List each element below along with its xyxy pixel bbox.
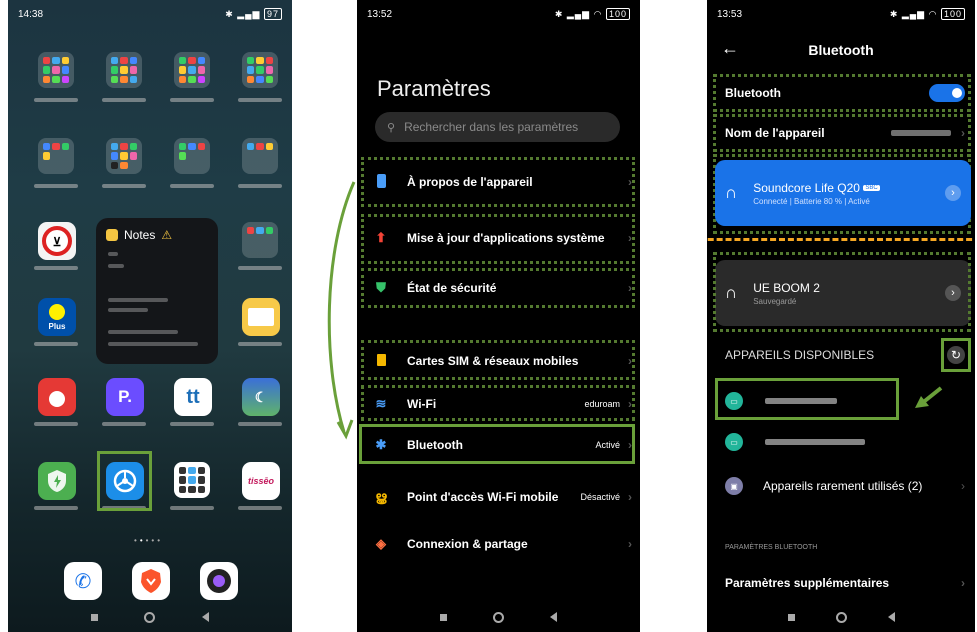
annotation-arrow-small	[915, 386, 943, 408]
apple-app-icon[interactable]	[38, 378, 76, 416]
status-bar: 14:38 ✱ ▂▄▆ 97	[18, 7, 282, 21]
devices-icon: ▣	[725, 477, 743, 495]
app-folder[interactable]	[242, 222, 278, 258]
back-button[interactable]	[887, 612, 895, 622]
annotation-dotted-about	[361, 157, 635, 207]
status-bar: 13:53 ✱ ▂▄▆ ◠ 100	[717, 7, 965, 21]
recents-button[interactable]	[440, 613, 447, 621]
more-settings-row[interactable]: Paramètres supplémentaires ›	[725, 574, 965, 592]
navigation-bar	[357, 602, 640, 632]
back-button[interactable]	[550, 612, 557, 622]
page-title: Bluetooth	[808, 42, 874, 58]
p-app-icon[interactable]: P.	[106, 378, 144, 416]
share-icon: ◈	[376, 536, 386, 551]
chevron-right-icon: ›	[961, 576, 965, 590]
annotation-dotted-toggle	[713, 74, 971, 112]
speed-limit-app-icon[interactable]: ⊻	[38, 222, 76, 260]
chevron-right-icon: ›	[628, 537, 632, 551]
app-folder[interactable]	[106, 52, 142, 88]
signal-battery-icons: ✱ ▂▄▆ ◠ 100	[890, 7, 965, 20]
annotation-dotted-wifi	[361, 385, 635, 421]
refresh-scan-button[interactable]: ↻	[941, 338, 971, 372]
available-devices-header: APPAREILS DISPONIBLES	[725, 348, 875, 362]
home-button[interactable]	[493, 611, 504, 623]
search-placeholder: Rechercher dans les paramètres	[404, 120, 579, 134]
tisseo-app-icon[interactable]: tissēo	[242, 462, 280, 500]
home-button[interactable]	[144, 611, 156, 623]
status-bar: 13:52 ✱ ▂▄▆ ◠ 100	[367, 7, 630, 21]
app-folder[interactable]	[242, 138, 278, 174]
svg-text:⊻: ⊻	[53, 235, 62, 249]
settings-item-hotspot[interactable]: ൠ Point d'accès Wi-Fi mobile Désactivé ›	[371, 481, 632, 513]
recents-button[interactable]	[787, 613, 795, 621]
annotation-orange-divider	[707, 238, 975, 241]
hotspot-icon: ൠ	[375, 489, 387, 504]
navigation-bar	[8, 602, 292, 632]
app-folder[interactable]	[174, 138, 210, 174]
connected-device-status: Connecté | Batterie 80 % | Activé	[753, 196, 870, 206]
bluetooth-screen: 13:53 ✱ ▂▄▆ ◠ 100 ← Bluetooth Bluetooth …	[707, 0, 975, 632]
search-icon: ⚲	[387, 121, 396, 134]
signal-battery-icons: ✱ ▂▄▆ ◠ 100	[555, 7, 630, 20]
navigation-bar	[707, 602, 975, 632]
app-folder[interactable]	[106, 138, 142, 174]
phone-app-icon[interactable]: ✆	[64, 562, 102, 600]
available-device-2[interactable]: ▭	[725, 433, 865, 451]
camera-app-icon[interactable]	[200, 562, 238, 600]
app-folder[interactable]	[38, 52, 74, 88]
hotspot-status-value: Désactivé	[580, 492, 620, 502]
device-details-button[interactable]: ›	[945, 185, 961, 201]
notes-widget[interactable]: Notes ⚠	[96, 218, 218, 364]
app-folder[interactable]	[174, 52, 210, 88]
settings-item-connection-sharing[interactable]: ◈ Connexion & partage ›	[371, 534, 632, 554]
notes-app-icon[interactable]	[242, 298, 280, 336]
clock: 13:53	[717, 8, 743, 20]
app-folder[interactable]	[38, 138, 74, 174]
warning-icon: ⚠	[161, 228, 173, 242]
settings-screen: 13:52 ✱ ▂▄▆ ◠ 100 Paramètres ⚲ Recherche…	[357, 0, 640, 632]
signal-battery-icons: ✱ ▂▄▆ 97	[225, 7, 282, 20]
notes-title: Notes	[124, 228, 156, 242]
page-title: Paramètres	[377, 76, 491, 101]
chevron-right-icon: ›	[961, 479, 965, 493]
brave-browser-icon[interactable]	[132, 562, 170, 600]
chevron-right-icon: ›	[628, 490, 632, 504]
search-input[interactable]: ⚲ Rechercher dans les paramètres	[375, 112, 620, 142]
annotation-dotted-sim	[361, 340, 635, 380]
annotation-dotted-name	[713, 114, 971, 152]
tutti-app-icon[interactable]: tt	[174, 378, 212, 416]
weather-app-icon[interactable]: ☾	[242, 378, 280, 416]
bluetooth-settings-header: PARAMÈTRES BLUETOOTH	[725, 544, 818, 551]
clock: 13:52	[367, 8, 393, 20]
highlight-settings-app	[97, 451, 152, 511]
lidl-plus-app-icon[interactable]: Plus	[38, 298, 76, 336]
connected-device-card[interactable]: ∩ Soundcore Life Q20 SBC Connecté | Batt…	[715, 160, 971, 226]
back-button[interactable]	[201, 612, 209, 622]
page-indicator: •••••	[134, 536, 164, 545]
annotation-dotted-saved	[713, 252, 971, 332]
notes-icon	[106, 229, 118, 241]
connected-device-name: Soundcore Life Q20	[753, 180, 860, 195]
codec-badge: SBC	[863, 185, 880, 192]
home-button[interactable]	[835, 611, 847, 623]
recents-button[interactable]	[91, 613, 99, 621]
clock: 14:38	[18, 8, 44, 20]
annotation-dotted-updates	[361, 214, 635, 264]
home-screen: 14:38 ✱ ▂▄▆ 97 ⊻ Notes ⚠ Plus P. tt ☾ ti…	[8, 0, 292, 632]
headphones-icon: ∩	[725, 183, 738, 202]
highlight-bluetooth-item	[359, 424, 635, 464]
app-folder[interactable]	[174, 462, 210, 498]
laptop-icon: ▭	[725, 433, 743, 451]
app-folder[interactable]	[242, 52, 278, 88]
annotation-dotted-security	[361, 268, 635, 308]
rarely-used-devices-row[interactable]: ▣ Appareils rarement utilisés (2) ›	[725, 476, 965, 496]
highlight-available-device	[715, 378, 899, 420]
refresh-icon: ↻	[947, 346, 965, 364]
security-app-icon[interactable]	[38, 462, 76, 500]
